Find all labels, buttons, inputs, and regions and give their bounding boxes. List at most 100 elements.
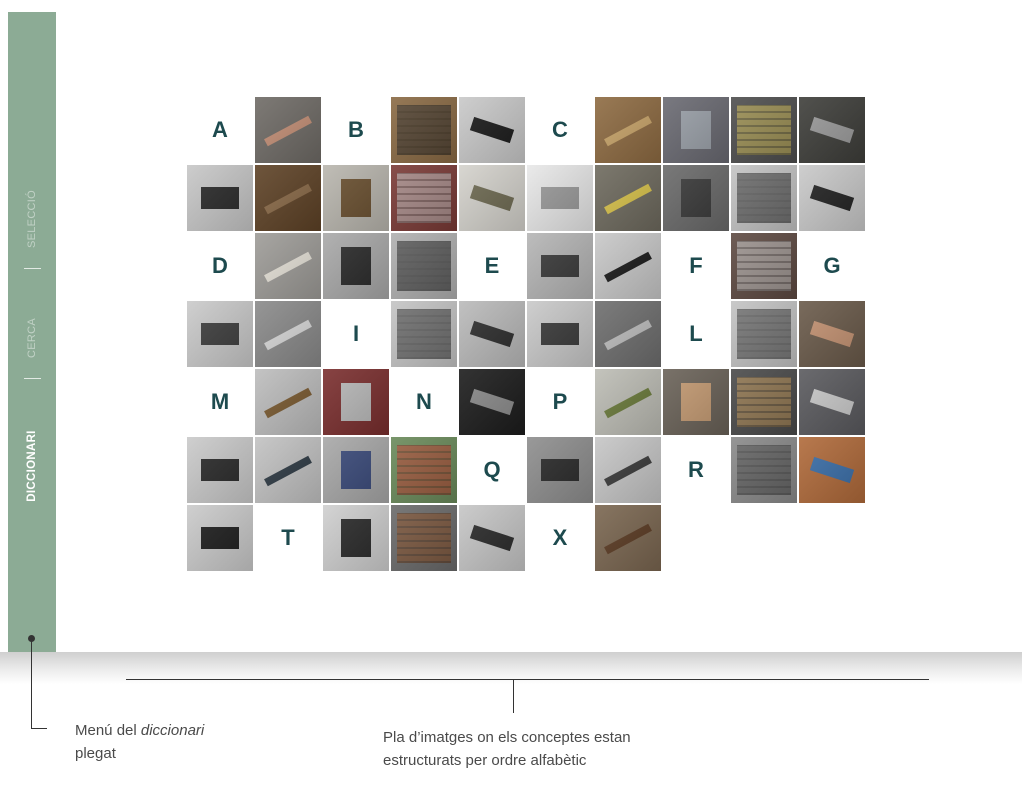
- thumbnail-object: [469, 116, 515, 144]
- thumbnail-object: [541, 187, 579, 209]
- type-case-photo[interactable]: [391, 97, 457, 163]
- thumbnail-object: [541, 323, 579, 345]
- thumbnail-object: [397, 105, 451, 155]
- metal-plate-photo[interactable]: [663, 165, 729, 231]
- thumbnail-object: [604, 523, 652, 555]
- newspaper-stack-photo[interactable]: [255, 233, 321, 299]
- thumbnail-object: [809, 456, 855, 484]
- type-cabinet-drawers-photo[interactable]: [595, 97, 661, 163]
- printed-sheet-photo[interactable]: [527, 165, 593, 231]
- printed-poster-photo[interactable]: [799, 437, 865, 503]
- thumbnail-object: [341, 451, 371, 489]
- sidebar-item-diccionari[interactable]: DICCIONARI: [26, 430, 38, 501]
- thumbnail-object: [809, 116, 855, 144]
- composing-sticks-photo[interactable]: [731, 97, 797, 163]
- wooden-type-cabinet-photo[interactable]: [595, 505, 661, 571]
- thumbnail-object: [681, 179, 711, 217]
- ink-roller-photo[interactable]: [187, 505, 253, 571]
- thumbnail-object: [397, 513, 451, 563]
- hands-on-type-photo[interactable]: [255, 97, 321, 163]
- type-drawer-photo[interactable]: [799, 369, 865, 435]
- thumbnail-object: [264, 455, 312, 487]
- thumbnail-object: [809, 320, 855, 348]
- hand-composing-photo[interactable]: [799, 301, 865, 367]
- index-letter: A: [212, 117, 228, 142]
- tweezers-photo[interactable]: [187, 437, 253, 503]
- wooden-cabinet-photo[interactable]: [255, 165, 321, 231]
- composing-stick-photo[interactable]: [323, 165, 389, 231]
- metal-tray-photo[interactable]: [187, 301, 253, 367]
- green-press-photo[interactable]: [391, 437, 457, 503]
- brush-photo[interactable]: [459, 97, 525, 163]
- annotation-plan-caption: Pla d’imatges on els conceptes estan est…: [383, 729, 631, 769]
- index-letter: T: [281, 525, 295, 550]
- thumbnail-object: [341, 519, 371, 557]
- quad-block-photo[interactable]: [527, 437, 593, 503]
- spacer-blocks-photo[interactable]: [527, 233, 593, 299]
- thumbnail-object: [604, 387, 652, 419]
- type-block-photo[interactable]: [595, 369, 661, 435]
- annotation-bracket-stem: [513, 679, 514, 713]
- hand-lettering-photo[interactable]: [663, 369, 729, 435]
- proof-press-photo[interactable]: [255, 437, 321, 503]
- sidebar-divider: [24, 268, 41, 269]
- thumbnail-object: [809, 388, 855, 416]
- thumbnail-object: [397, 173, 451, 223]
- cylinder-press-photo[interactable]: [323, 437, 389, 503]
- annotation-bracket-line: [126, 679, 929, 680]
- thumbnail-object: [737, 309, 791, 359]
- rule-pieces-photo[interactable]: [527, 301, 593, 367]
- thumbnail-object: [341, 383, 371, 421]
- ink-bottle-photo[interactable]: [323, 233, 389, 299]
- annotation-leader-line: [31, 638, 32, 728]
- form-in-chase-photo[interactable]: [391, 165, 457, 231]
- collapsed-sidebar-menu[interactable]: SELECCIÓ CERCA DICCIONARI: [8, 12, 56, 652]
- sidebar-item-cerca[interactable]: CERCA: [26, 318, 38, 358]
- index-letter: C: [552, 117, 568, 142]
- type-case-compartments-photo[interactable]: [663, 97, 729, 163]
- type-pile-photo[interactable]: [595, 301, 661, 367]
- angle-pieces-photo[interactable]: [731, 301, 797, 367]
- cloth-photo[interactable]: [391, 233, 457, 299]
- type-gauge-photo[interactable]: [799, 165, 865, 231]
- index-letter: B: [348, 117, 364, 142]
- metal-galley-photo[interactable]: [731, 437, 797, 503]
- small-quad-photo[interactable]: [595, 437, 661, 503]
- key-tool-photo[interactable]: [187, 165, 253, 231]
- press-rollers-photo[interactable]: [731, 369, 797, 435]
- lead-strips-photo[interactable]: [391, 301, 457, 367]
- ink-tin-photo[interactable]: [323, 505, 389, 571]
- thumbnail-object: [469, 320, 515, 348]
- furniture-blocks-photo[interactable]: [459, 301, 525, 367]
- thumbnail-object: [681, 383, 711, 421]
- annotation-menu-caption: Menú del diccionari plegat: [75, 719, 275, 765]
- index-letter: D: [212, 253, 228, 278]
- sidebar-item-seleccio[interactable]: SELECCIÓ: [26, 190, 38, 248]
- index-letter: N: [416, 389, 432, 414]
- knife-photo[interactable]: [595, 233, 661, 299]
- mallet-photo[interactable]: [255, 369, 321, 435]
- type-sorts-photo[interactable]: [459, 369, 525, 435]
- rule-strip-photo[interactable]: [459, 505, 525, 571]
- chase-form-photo[interactable]: [323, 369, 389, 435]
- thumbnail-object: [604, 455, 652, 487]
- thumbnail-object: [469, 524, 515, 552]
- wood-type-photo[interactable]: [391, 505, 457, 571]
- index-letter: G: [823, 253, 841, 278]
- thumbnail-object: [541, 255, 579, 277]
- annotation-menu-italic: diccionari: [140, 722, 205, 739]
- thumbnail-object: [604, 115, 652, 147]
- app-window: SELECCIÓ CERCA DICCIONARI A B C D E F G I L M N P Q R…: [0, 0, 1022, 652]
- index-letter: I: [352, 321, 360, 346]
- string-photo[interactable]: [459, 165, 525, 231]
- type-form-photo[interactable]: [731, 233, 797, 299]
- metal-bar-photo[interactable]: [731, 165, 797, 231]
- index-letter: P: [552, 389, 568, 414]
- thumbnail-object: [737, 445, 791, 495]
- casting-machine-photo[interactable]: [799, 97, 865, 163]
- galley-rack-photo[interactable]: [595, 165, 661, 231]
- thumbnail-object: [201, 323, 239, 345]
- thumbnail-object: [469, 388, 515, 416]
- paper-stacks-photo[interactable]: [255, 301, 321, 367]
- thumbnail-object: [397, 309, 451, 359]
